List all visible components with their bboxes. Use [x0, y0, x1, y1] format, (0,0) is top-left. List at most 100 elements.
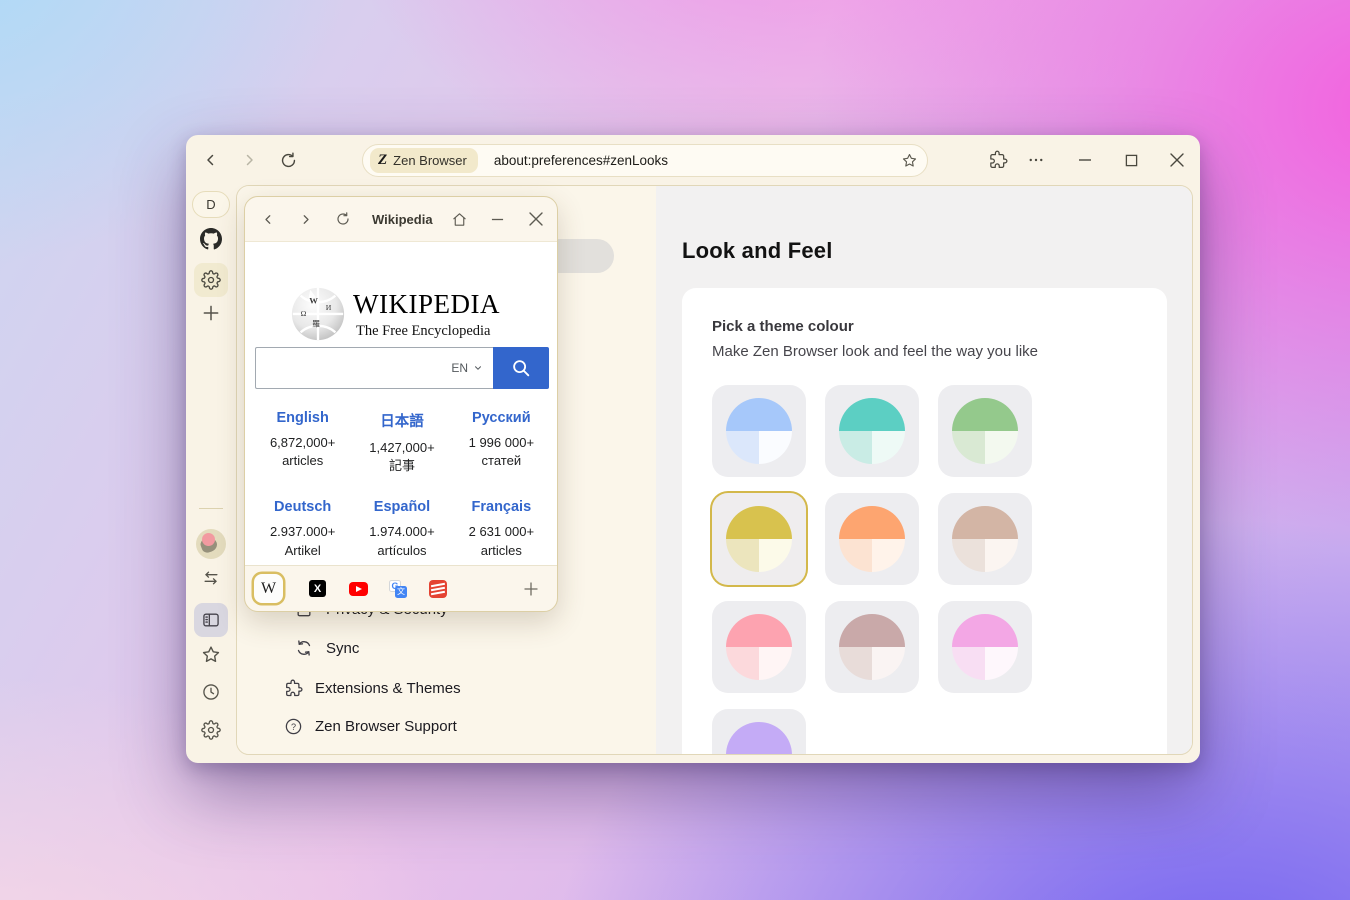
add-pinned-site-button[interactable]	[522, 580, 540, 598]
glance-home-button[interactable]	[447, 206, 473, 232]
glance-window: Wikipedia W	[244, 196, 558, 612]
language-link[interactable]: Русский	[452, 410, 551, 426]
rail-divider	[199, 508, 223, 509]
sidebar-item-sync[interactable]: Sync	[294, 638, 359, 658]
reload-icon	[279, 151, 298, 170]
settings-button[interactable]	[201, 720, 221, 740]
language-count: 6,872,000+articles	[253, 434, 352, 470]
language-link[interactable]: Français	[452, 499, 551, 515]
theme-swatch[interactable]	[938, 385, 1032, 477]
language-link[interactable]: English	[253, 410, 352, 426]
theme-swatch[interactable]	[712, 385, 806, 477]
chevron-left-icon	[261, 212, 276, 227]
pinned-tab-github[interactable]	[200, 228, 222, 250]
search-button[interactable]	[493, 347, 549, 389]
url-bar[interactable]: Z Zen Browser about:preferences#zenLooks	[362, 144, 928, 177]
search-input[interactable]: EN	[255, 347, 493, 389]
theme-swatch[interactable]	[825, 601, 919, 693]
sidebar-icon	[201, 610, 221, 630]
language-cell: Deutsch 2.937.000+Artikel	[253, 499, 352, 559]
minimize-icon	[1078, 153, 1092, 167]
youtube-favicon[interactable]	[349, 582, 368, 596]
todoist-favicon[interactable]	[429, 580, 447, 598]
theme-card-subtitle: Make Zen Browser look and feel the way y…	[712, 343, 1038, 360]
active-tab-label: Zen Browser	[393, 153, 467, 168]
language-link[interactable]: Deutsch	[253, 499, 352, 515]
wikipedia-favicon-active[interactable]: W	[254, 574, 283, 603]
language-code: EN	[451, 361, 468, 375]
home-icon	[451, 211, 468, 228]
glance-forward-button[interactable]	[292, 206, 318, 232]
bookmarks-button[interactable]	[201, 644, 222, 665]
sidebar-toggle-active[interactable]	[194, 603, 228, 637]
minimize-icon	[491, 213, 504, 226]
language-cell: Français 2 631 000+articles	[452, 499, 551, 559]
settings-main: Look and Feel Pick a theme colour Make Z…	[656, 186, 1192, 754]
svg-text:W: W	[309, 295, 318, 305]
theme-swatch[interactable]	[825, 385, 919, 477]
bookmark-star-icon[interactable]	[901, 152, 918, 169]
app-menu-button[interactable]	[1022, 146, 1050, 174]
reload-icon	[335, 211, 351, 227]
x-favicon[interactable]: X	[309, 580, 326, 597]
extensions-button[interactable]	[984, 146, 1012, 174]
theme-swatch[interactable]	[712, 601, 806, 693]
close-icon-button[interactable]	[523, 206, 549, 232]
chevron-right-icon	[298, 212, 313, 227]
puzzle-icon	[284, 679, 303, 698]
glance-header: Wikipedia	[245, 197, 557, 241]
sidebar-item-label: Sync	[326, 640, 359, 657]
maximize-button[interactable]	[1117, 146, 1145, 174]
active-tab[interactable]: Z Zen Browser	[370, 148, 478, 173]
google-translate-favicon[interactable]: G 文	[389, 580, 407, 598]
gear-icon	[201, 270, 221, 290]
theme-swatch-grid	[712, 385, 1032, 755]
browser-window: Z Zen Browser about:preferences#zenLooks	[186, 135, 1200, 763]
workspace-switch-button[interactable]	[201, 568, 221, 588]
glance-minimize-button[interactable]	[485, 206, 511, 232]
close-icon	[529, 212, 543, 226]
theme-swatch-circle	[952, 398, 1018, 464]
theme-swatch[interactable]	[712, 493, 806, 585]
new-tab-button[interactable]	[201, 303, 221, 323]
language-count: 1 996 000+статей	[452, 434, 551, 470]
glance-back-button[interactable]	[255, 206, 281, 232]
workspace-pill[interactable]: D	[192, 191, 230, 218]
star-icon	[201, 644, 222, 665]
svg-text:Ω: Ω	[301, 309, 307, 318]
ellipsis-icon	[1027, 151, 1045, 169]
svg-text:?: ?	[291, 722, 296, 732]
theme-swatch[interactable]	[712, 709, 806, 755]
theme-swatch-circle	[726, 506, 792, 572]
glance-content: W Ω И 羅 WIKIPEDIA The Free Encyclopedia …	[245, 241, 557, 566]
language-cell: Español 1.974.000+artículos	[352, 499, 451, 559]
language-dropdown[interactable]: EN	[451, 361, 483, 375]
language-link[interactable]: Español	[352, 499, 451, 515]
sidebar-rail: D	[186, 185, 236, 763]
close-button[interactable]	[1163, 146, 1191, 174]
puzzle-icon	[988, 150, 1008, 170]
forward-button[interactable]	[235, 146, 263, 174]
sidebar-item-label: Zen Browser Support	[315, 718, 457, 735]
theme-swatch-circle	[839, 398, 905, 464]
back-button[interactable]	[197, 146, 225, 174]
history-button[interactable]	[201, 682, 221, 702]
theme-colour-card: Pick a theme colour Make Zen Browser loo…	[682, 288, 1167, 755]
reload-button[interactable]	[274, 146, 302, 174]
minimize-button[interactable]	[1071, 146, 1099, 174]
theme-swatch[interactable]	[938, 601, 1032, 693]
pinned-tab-settings-active[interactable]	[194, 263, 228, 297]
theme-swatch-circle	[839, 506, 905, 572]
theme-swatch-circle	[952, 614, 1018, 680]
glance-reload-button[interactable]	[330, 206, 356, 232]
profile-avatar[interactable]	[196, 529, 226, 559]
chevron-down-icon	[473, 363, 483, 373]
sidebar-item-extensions-themes[interactable]: Extensions & Themes	[284, 679, 461, 698]
theme-swatch[interactable]	[938, 493, 1032, 585]
language-count: 2.937.000+Artikel	[253, 523, 352, 559]
wikipedia-tagline: The Free Encyclopedia	[356, 323, 490, 340]
language-link[interactable]: 日本語	[352, 410, 451, 431]
sidebar-item-support[interactable]: ? Zen Browser Support	[284, 717, 457, 736]
theme-swatch[interactable]	[825, 493, 919, 585]
sidebar-item-label: Extensions & Themes	[315, 680, 461, 697]
